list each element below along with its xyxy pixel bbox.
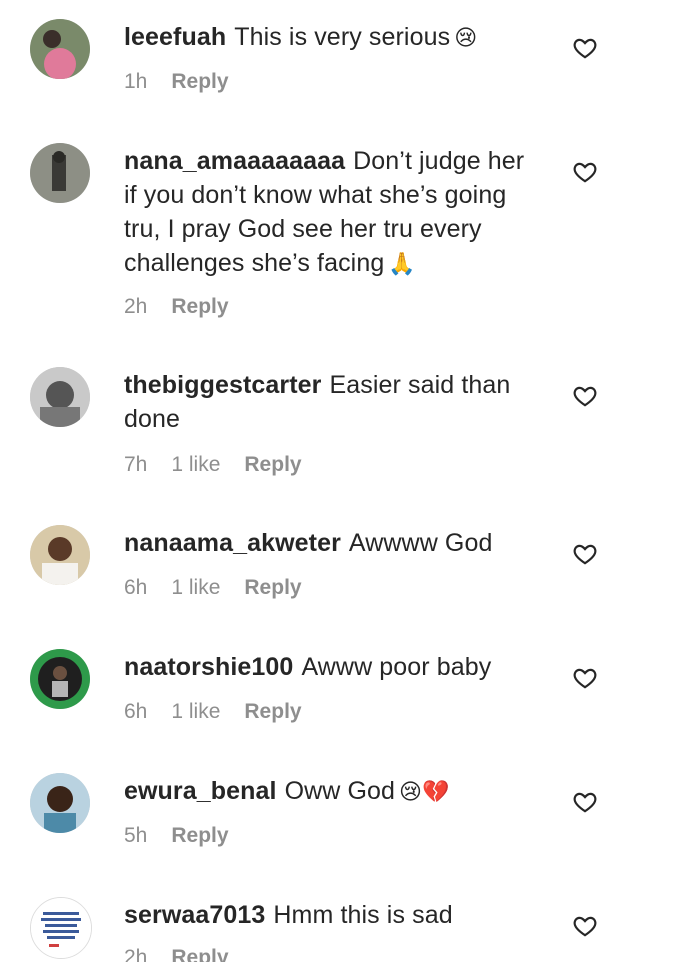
avatar[interactable]: [30, 525, 90, 585]
avatar[interactable]: [30, 897, 92, 959]
reply-button[interactable]: Reply: [244, 700, 301, 724]
comment-likes[interactable]: 1 like: [171, 576, 220, 600]
heart-icon[interactable]: [572, 665, 598, 691]
comment-emoji: 🙏: [388, 251, 416, 276]
comment-body: Hmm this is sad: [273, 901, 453, 929]
comment-meta: 2h Reply: [124, 295, 229, 319]
reply-button[interactable]: Reply: [171, 295, 228, 319]
avatar[interactable]: [30, 773, 90, 833]
comment-text: ewura_benal Oww God 😢💔: [124, 774, 539, 809]
comment-time: 2h: [124, 946, 148, 962]
comment-username[interactable]: serwaa7013: [124, 901, 265, 929]
heart-icon[interactable]: [572, 383, 598, 409]
heart-icon[interactable]: [572, 35, 598, 61]
comment-username[interactable]: nanaama_akweter: [124, 529, 341, 557]
comment-meta: 6h 1 like Reply: [124, 700, 302, 724]
reply-button[interactable]: Reply: [171, 824, 228, 848]
comment-time: 5h: [124, 824, 148, 847]
comment-text: nanaama_akweter Awwww God: [124, 526, 539, 560]
comment-meta: 7h 1 like Reply: [124, 453, 302, 477]
comment-text: naatorshie100 Awww poor baby: [124, 650, 539, 684]
comment-text: nana_amaaaaaaaa Don’t judge her if you do…: [124, 144, 539, 281]
comments-list: leeefuah This is very serious 😢 1h Reply n…: [0, 0, 675, 962]
comment-likes[interactable]: 1 like: [171, 453, 220, 477]
comment-time: 6h: [124, 576, 148, 599]
avatar[interactable]: [30, 19, 90, 79]
avatar[interactable]: [30, 143, 90, 203]
comment-username[interactable]: thebiggestcarter: [124, 371, 322, 399]
heart-icon[interactable]: [572, 789, 598, 815]
comment-text: thebiggestcarter Easier said than done: [124, 368, 539, 436]
comment-emoji: 😢: [454, 25, 478, 50]
comment-meta: 1h Reply: [124, 70, 229, 94]
reply-button[interactable]: Reply: [244, 576, 301, 600]
comment-body: Oww God: [284, 777, 396, 805]
avatar[interactable]: [30, 367, 90, 427]
avatar[interactable]: [30, 649, 90, 709]
comment-username[interactable]: leeefuah: [124, 23, 226, 51]
comment-meta: 5h Reply: [124, 824, 229, 848]
comment-body: This is very serious: [234, 23, 451, 51]
comment-body: Awww poor baby: [301, 653, 492, 681]
comment-time: 7h: [124, 453, 148, 476]
heart-icon[interactable]: [572, 159, 598, 185]
comment-meta: 6h 1 like Reply: [124, 576, 302, 600]
comment-text: serwaa7013 Hmm this is sad: [124, 898, 539, 932]
reply-button[interactable]: Reply: [171, 946, 228, 962]
comment-time: 1h: [124, 70, 148, 93]
comment-likes[interactable]: 1 like: [171, 700, 220, 724]
comment-emoji: 😢💔: [399, 779, 450, 804]
comment-username[interactable]: nana_amaaaaaaaa: [124, 147, 345, 175]
comment-text: leeefuah This is very serious 😢: [124, 20, 539, 55]
heart-icon[interactable]: [572, 541, 598, 567]
reply-button[interactable]: Reply: [244, 453, 301, 477]
heart-icon[interactable]: [572, 913, 598, 939]
comment-body: Awwww God: [348, 529, 493, 557]
comment-username[interactable]: naatorshie100: [124, 653, 293, 681]
comment-meta: 2h Reply: [124, 946, 229, 962]
comment-time: 2h: [124, 295, 148, 318]
comment-time: 6h: [124, 700, 148, 723]
reply-button[interactable]: Reply: [171, 70, 228, 94]
comment-username[interactable]: ewura_benal: [124, 777, 277, 805]
